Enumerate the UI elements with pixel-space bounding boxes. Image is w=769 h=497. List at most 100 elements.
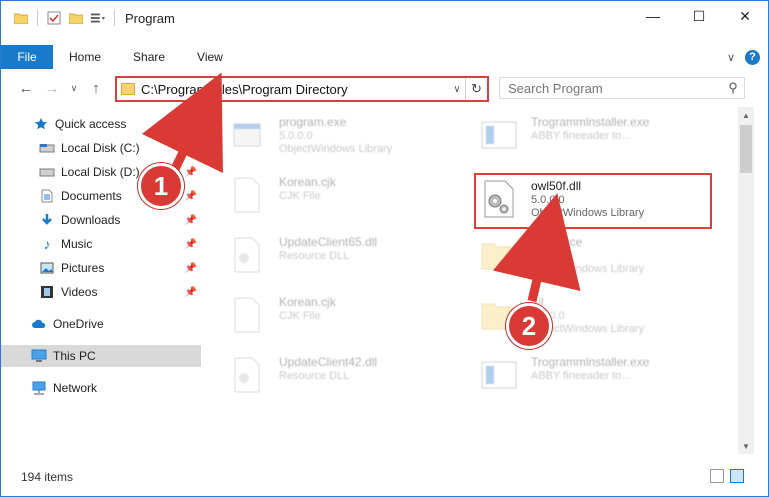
file-item[interactable]: UpdateClient42.dll Resource DLL: [223, 351, 471, 407]
sidebar-item-label: OneDrive: [53, 317, 104, 331]
tab-file[interactable]: File: [1, 45, 53, 69]
drive-icon: [39, 140, 55, 156]
sidebar-item-videos[interactable]: Videos 📌: [1, 281, 201, 303]
dll-gear-icon: [223, 231, 271, 279]
up-arrow-icon[interactable]: ↑: [85, 77, 107, 99]
sidebar-item-label: Videos: [61, 285, 98, 299]
toolbar-divider: [114, 10, 115, 26]
toolbar-divider: [37, 10, 38, 26]
sidebar-item-pictures[interactable]: Pictures 📌: [1, 257, 201, 279]
sidebar-item-label: Downloads: [61, 213, 121, 227]
scroll-up-icon[interactable]: ▲: [738, 107, 754, 123]
sidebar-item-label: Local Disk (D:): [61, 165, 140, 179]
pin-icon[interactable]: 📌: [185, 215, 197, 226]
vertical-scrollbar[interactable]: ▲ ▼: [738, 107, 754, 454]
cloud-icon: [31, 316, 47, 332]
title-bar: Program — ☐ ✕: [1, 1, 768, 35]
installer-icon: [475, 351, 523, 399]
file-type: ABBY fineeader to...: [531, 370, 631, 382]
installer-icon: [475, 111, 523, 159]
navigation-bar: ← → ∨ ↑ C:\Program Files\Program Directo…: [1, 73, 768, 103]
minimize-button[interactable]: —: [630, 1, 676, 31]
file-item[interactable]: program.exe 5.0.0.0 ObjectWindows Library: [223, 111, 471, 167]
pin-icon[interactable]: 📌: [185, 167, 197, 178]
help-icon[interactable]: ?: [745, 49, 760, 65]
tab-view[interactable]: View: [181, 45, 239, 69]
tiles-view-icon[interactable]: [730, 469, 744, 483]
pin-icon[interactable]: 📌: [185, 239, 197, 250]
refresh-icon[interactable]: ↻: [465, 78, 487, 100]
address-bar[interactable]: C:\Program Files\Program Directory ∨ ↻: [115, 76, 489, 102]
file-type: Resource DLL: [279, 370, 350, 382]
scrollbar-thumb[interactable]: [740, 125, 752, 173]
close-button[interactable]: ✕: [722, 1, 768, 31]
network-icon: [31, 380, 47, 396]
sidebar-item-label: This PC: [53, 349, 96, 363]
search-input[interactable]: [508, 80, 722, 96]
tab-share[interactable]: Share: [117, 45, 181, 69]
file-item[interactable]: Trogrammlnstaller.exe ABBY fineeader to..…: [475, 351, 723, 407]
sidebar-item-quick-access[interactable]: Quick access: [1, 113, 201, 135]
navigation-pane: Quick access Local Disk (C:) 📌 Local Dis…: [1, 109, 201, 454]
file-list: program.exe 5.0.0.0 ObjectWindows Library …: [205, 109, 737, 454]
file-item[interactable]: Korean.cjk CJK File: [223, 171, 471, 227]
sidebar-item-network[interactable]: Network: [1, 377, 201, 399]
pin-icon[interactable]: 📌: [185, 143, 197, 154]
file-name: Resource: [531, 235, 583, 249]
file-type: Resource DLL: [279, 250, 350, 262]
properties-icon[interactable]: [46, 10, 62, 26]
file-item[interactable]: Korean.cjk CJK File: [223, 291, 471, 347]
pin-icon[interactable]: 📌: [185, 263, 197, 274]
file-item[interactable]: Resource 5.0.0.0 ObjectWindows Library: [475, 231, 723, 287]
new-folder-icon[interactable]: [68, 10, 84, 26]
sidebar-item-label: Music: [61, 237, 93, 251]
tab-home[interactable]: Home: [53, 45, 117, 69]
address-dropdown-icon[interactable]: ∨: [449, 84, 465, 95]
file-type: ABBY fineeader to...: [531, 130, 631, 142]
file-item[interactable]: Trogrammlnstaller.exe ABBY fineeader to..…: [475, 111, 723, 167]
file-type: ObjectWindows Library: [531, 263, 645, 275]
sidebar-item-downloads[interactable]: Downloads 📌: [1, 209, 201, 231]
expand-ribbon-icon[interactable]: ∨: [727, 51, 735, 64]
blank-file-icon: [223, 171, 271, 219]
view-switcher: [710, 469, 744, 483]
ribbon-right-controls: ∨ ?: [727, 47, 760, 67]
file-type: ObjectWindows Library: [279, 143, 393, 155]
customize-toolbar-icon[interactable]: [90, 10, 106, 26]
sidebar-item-local-disk-c[interactable]: Local Disk (C:) 📌: [1, 137, 201, 159]
music-icon: ♪: [43, 236, 51, 252]
window-title: Program: [125, 10, 175, 26]
forward-arrow-icon[interactable]: →: [41, 77, 63, 99]
folder-icon[interactable]: [13, 10, 29, 26]
sidebar-item-this-pc[interactable]: This PC: [1, 345, 201, 367]
computer-icon: [31, 348, 47, 364]
file-name: Korean.cjk: [279, 295, 336, 309]
quick-access-toolbar: [1, 1, 117, 35]
sidebar-item-onedrive[interactable]: OneDrive: [1, 313, 201, 335]
maximize-button[interactable]: ☐: [676, 1, 722, 31]
folder-icon: [121, 83, 135, 95]
file-name: program.exe: [279, 115, 347, 129]
step1-badge: 1: [138, 163, 184, 209]
sidebar-item-label: Documents: [61, 189, 122, 203]
details-view-icon[interactable]: [710, 469, 724, 483]
search-icon[interactable]: ⚲: [722, 80, 744, 96]
step2-badge: 2: [506, 303, 552, 349]
status-bar: 194 items: [1, 465, 768, 489]
search-box[interactable]: ⚲: [499, 77, 745, 99]
download-icon: [39, 212, 55, 228]
file-name: UpdateClient42.dll: [279, 355, 378, 369]
star-icon: [33, 116, 49, 132]
back-arrow-icon[interactable]: ←: [15, 77, 37, 99]
target-file-highlight: [474, 173, 712, 229]
file-name: Ml: [531, 295, 544, 309]
address-path[interactable]: C:\Program Files\Program Directory: [141, 82, 449, 97]
scroll-down-icon[interactable]: ▼: [738, 438, 754, 454]
sidebar-item-music[interactable]: ♪ Music 📌: [1, 233, 201, 255]
pin-icon[interactable]: 📌: [185, 191, 197, 202]
drive-icon: [39, 164, 55, 180]
file-type: CJK File: [279, 190, 321, 202]
file-item[interactable]: UpdateClient65.dll Resource DLL: [223, 231, 471, 287]
recent-locations-icon[interactable]: ∨: [63, 77, 85, 99]
pin-icon[interactable]: 📌: [185, 287, 197, 298]
